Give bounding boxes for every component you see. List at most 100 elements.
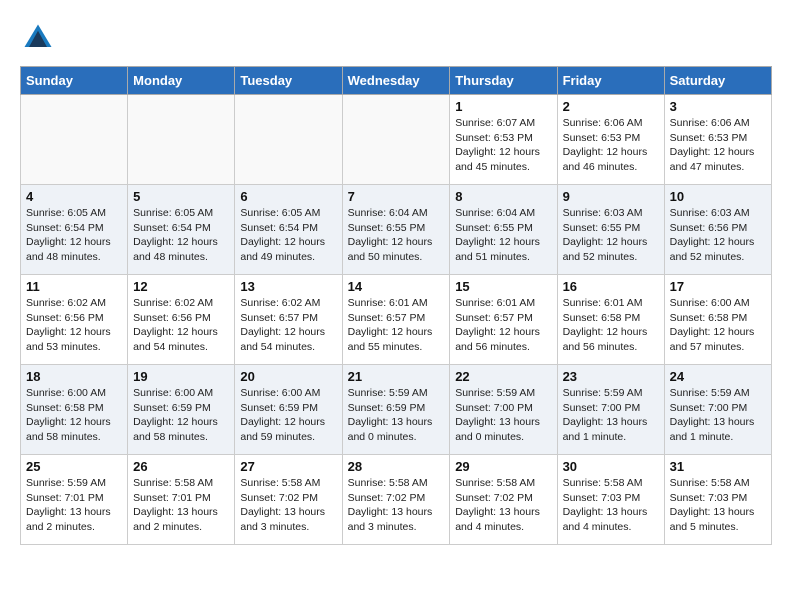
day-number: 28 <box>348 459 445 474</box>
calendar-week-row: 25 Sunrise: 5:59 AM Sunset: 7:01 PM Dayli… <box>21 455 772 545</box>
calendar-week-row: 11 Sunrise: 6:02 AM Sunset: 6:56 PM Dayli… <box>21 275 772 365</box>
weekday-header: Saturday <box>664 67 771 95</box>
weekday-header: Wednesday <box>342 67 450 95</box>
day-number: 3 <box>670 99 766 114</box>
calendar-day-cell: 18 Sunrise: 6:00 AM Sunset: 6:58 PM Dayli… <box>21 365 128 455</box>
calendar-day-cell: 2Sunrise: 6:06 AM Sunset: 6:53 PM Daylig… <box>557 95 664 185</box>
calendar-day-cell: 11Sunrise: 6:02 AM Sunset: 6:56 PM Dayli… <box>21 275 128 365</box>
day-number: 5 <box>133 189 229 204</box>
day-number: 18 <box>26 369 122 384</box>
day-number: 13 <box>240 279 336 294</box>
day-number: 31 <box>670 459 766 474</box>
calendar-day-cell: 17 Sunrise: 6:00 AM Sunset: 6:58 PM Dayli… <box>664 275 771 365</box>
day-info: Sunrise: 6:00 AM Sunset: 6:59 PM Dayligh… <box>133 386 229 445</box>
day-number: 15 <box>455 279 551 294</box>
day-number: 17 <box>670 279 766 294</box>
calendar-week-row: 18 Sunrise: 6:00 AM Sunset: 6:58 PM Dayli… <box>21 365 772 455</box>
day-info: Sunrise: 6:02 AM Sunset: 6:56 PM Dayligh… <box>133 296 229 355</box>
calendar-day-cell: 23 Sunrise: 5:59 AM Sunset: 7:00 PM Dayli… <box>557 365 664 455</box>
calendar-week-row: 1 Sunrise: 6:07 AM Sunset: 6:53 PM Daylig… <box>21 95 772 185</box>
calendar-day-cell: 10Sunrise: 6:03 AM Sunset: 6:56 PM Dayli… <box>664 185 771 275</box>
calendar-day-cell: 22 Sunrise: 5:59 AM Sunset: 7:00 PM Dayli… <box>450 365 557 455</box>
day-info: Sunrise: 5:59 AM Sunset: 7:00 PM Dayligh… <box>563 386 659 445</box>
day-info: Sunrise: 5:58 AM Sunset: 7:02 PM Dayligh… <box>348 476 445 535</box>
day-number: 1 <box>455 99 551 114</box>
day-info: Sunrise: 5:59 AM Sunset: 7:01 PM Dayligh… <box>26 476 122 535</box>
day-number: 23 <box>563 369 659 384</box>
weekday-header: Friday <box>557 67 664 95</box>
day-info: Sunrise: 5:59 AM Sunset: 7:00 PM Dayligh… <box>455 386 551 445</box>
day-info: Sunrise: 5:59 AM Sunset: 7:00 PM Dayligh… <box>670 386 766 445</box>
day-number: 24 <box>670 369 766 384</box>
day-number: 8 <box>455 189 551 204</box>
day-info: Sunrise: 5:58 AM Sunset: 7:03 PM Dayligh… <box>563 476 659 535</box>
day-number: 9 <box>563 189 659 204</box>
logo <box>20 20 60 56</box>
calendar-day-cell: 28 Sunrise: 5:58 AM Sunset: 7:02 PM Dayli… <box>342 455 450 545</box>
day-info: Sunrise: 6:01 AM Sunset: 6:58 PM Dayligh… <box>563 296 659 355</box>
calendar-day-cell <box>128 95 235 185</box>
day-number: 25 <box>26 459 122 474</box>
weekday-header: Sunday <box>21 67 128 95</box>
day-info: Sunrise: 5:59 AM Sunset: 6:59 PM Dayligh… <box>348 386 445 445</box>
day-number: 22 <box>455 369 551 384</box>
calendar-day-cell: 4 Sunrise: 6:05 AM Sunset: 6:54 PM Daylig… <box>21 185 128 275</box>
calendar-day-cell: 13 Sunrise: 6:02 AM Sunset: 6:57 PM Dayli… <box>235 275 342 365</box>
calendar-header-row: SundayMondayTuesdayWednesdayThursdayFrid… <box>21 67 772 95</box>
calendar-day-cell: 9 Sunrise: 6:03 AM Sunset: 6:55 PM Daylig… <box>557 185 664 275</box>
calendar-day-cell: 19 Sunrise: 6:00 AM Sunset: 6:59 PM Dayli… <box>128 365 235 455</box>
day-info: Sunrise: 6:04 AM Sunset: 6:55 PM Dayligh… <box>348 206 445 265</box>
calendar-day-cell: 16 Sunrise: 6:01 AM Sunset: 6:58 PM Dayli… <box>557 275 664 365</box>
day-info: Sunrise: 6:00 AM Sunset: 6:59 PM Dayligh… <box>240 386 336 445</box>
day-info: Sunrise: 5:58 AM Sunset: 7:02 PM Dayligh… <box>240 476 336 535</box>
calendar-day-cell: 15Sunrise: 6:01 AM Sunset: 6:57 PM Dayli… <box>450 275 557 365</box>
calendar-day-cell: 7 Sunrise: 6:04 AM Sunset: 6:55 PM Daylig… <box>342 185 450 275</box>
day-number: 27 <box>240 459 336 474</box>
day-info: Sunrise: 6:00 AM Sunset: 6:58 PM Dayligh… <box>26 386 122 445</box>
calendar-day-cell: 12 Sunrise: 6:02 AM Sunset: 6:56 PM Dayli… <box>128 275 235 365</box>
day-info: Sunrise: 6:07 AM Sunset: 6:53 PM Dayligh… <box>455 116 551 175</box>
day-info: Sunrise: 6:04 AM Sunset: 6:55 PM Dayligh… <box>455 206 551 265</box>
logo-icon <box>20 20 56 56</box>
day-number: 7 <box>348 189 445 204</box>
day-number: 26 <box>133 459 229 474</box>
day-number: 4 <box>26 189 122 204</box>
day-info: Sunrise: 6:06 AM Sunset: 6:53 PM Dayligh… <box>670 116 766 175</box>
day-info: Sunrise: 6:05 AM Sunset: 6:54 PM Dayligh… <box>26 206 122 265</box>
day-number: 19 <box>133 369 229 384</box>
weekday-header: Monday <box>128 67 235 95</box>
day-info: Sunrise: 6:05 AM Sunset: 6:54 PM Dayligh… <box>240 206 336 265</box>
day-number: 12 <box>133 279 229 294</box>
calendar-day-cell: 14Sunrise: 6:01 AM Sunset: 6:57 PM Dayli… <box>342 275 450 365</box>
calendar-day-cell: 27 Sunrise: 5:58 AM Sunset: 7:02 PM Dayli… <box>235 455 342 545</box>
calendar-table: SundayMondayTuesdayWednesdayThursdayFrid… <box>20 66 772 545</box>
day-number: 20 <box>240 369 336 384</box>
calendar-day-cell: 26 Sunrise: 5:58 AM Sunset: 7:01 PM Dayli… <box>128 455 235 545</box>
calendar-day-cell: 31Sunrise: 5:58 AM Sunset: 7:03 PM Dayli… <box>664 455 771 545</box>
page-header <box>20 20 772 56</box>
day-info: Sunrise: 6:02 AM Sunset: 6:57 PM Dayligh… <box>240 296 336 355</box>
day-number: 16 <box>563 279 659 294</box>
calendar-day-cell: 3 Sunrise: 6:06 AM Sunset: 6:53 PM Daylig… <box>664 95 771 185</box>
day-info: Sunrise: 6:03 AM Sunset: 6:55 PM Dayligh… <box>563 206 659 265</box>
calendar-day-cell: 30 Sunrise: 5:58 AM Sunset: 7:03 PM Dayli… <box>557 455 664 545</box>
day-number: 11 <box>26 279 122 294</box>
calendar-day-cell: 6Sunrise: 6:05 AM Sunset: 6:54 PM Daylig… <box>235 185 342 275</box>
weekday-header: Tuesday <box>235 67 342 95</box>
calendar-day-cell: 20 Sunrise: 6:00 AM Sunset: 6:59 PM Dayli… <box>235 365 342 455</box>
weekday-header: Thursday <box>450 67 557 95</box>
calendar-day-cell: 24 Sunrise: 5:59 AM Sunset: 7:00 PM Dayli… <box>664 365 771 455</box>
day-number: 30 <box>563 459 659 474</box>
day-number: 2 <box>563 99 659 114</box>
day-number: 14 <box>348 279 445 294</box>
calendar-day-cell: 1 Sunrise: 6:07 AM Sunset: 6:53 PM Daylig… <box>450 95 557 185</box>
day-info: Sunrise: 5:58 AM Sunset: 7:01 PM Dayligh… <box>133 476 229 535</box>
calendar-day-cell <box>21 95 128 185</box>
day-info: Sunrise: 6:05 AM Sunset: 6:54 PM Dayligh… <box>133 206 229 265</box>
calendar-day-cell: 8 Sunrise: 6:04 AM Sunset: 6:55 PM Daylig… <box>450 185 557 275</box>
calendar-day-cell: 21Sunrise: 5:59 AM Sunset: 6:59 PM Dayli… <box>342 365 450 455</box>
calendar-day-cell: 25 Sunrise: 5:59 AM Sunset: 7:01 PM Dayli… <box>21 455 128 545</box>
calendar-day-cell: 29Sunrise: 5:58 AM Sunset: 7:02 PM Dayli… <box>450 455 557 545</box>
calendar-day-cell <box>235 95 342 185</box>
day-info: Sunrise: 6:00 AM Sunset: 6:58 PM Dayligh… <box>670 296 766 355</box>
